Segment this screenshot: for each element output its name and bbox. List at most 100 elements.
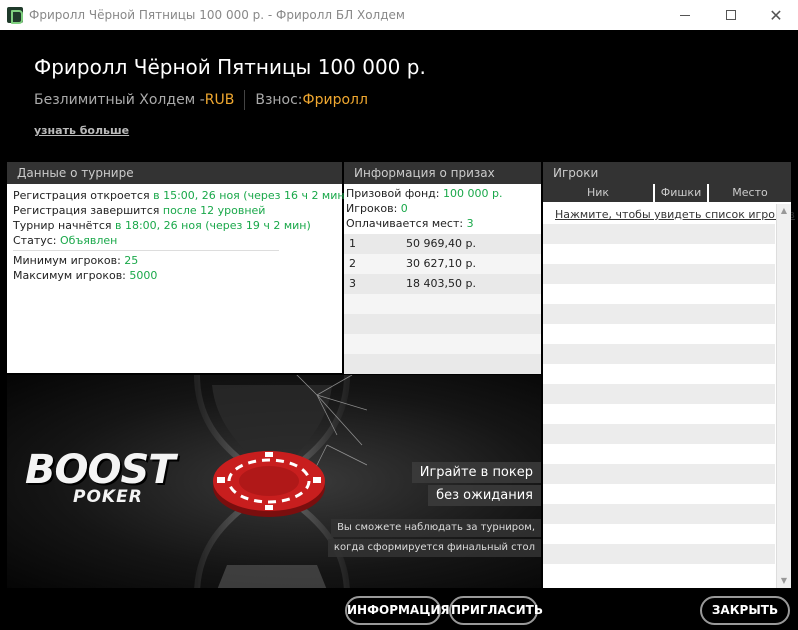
list-item (543, 264, 775, 284)
list-item (543, 364, 775, 384)
min-players-label: Минимум игроков: (13, 254, 125, 267)
paid-places-value: 3 (466, 217, 474, 230)
invite-button[interactable]: ПРИГЛАСИТЬ (449, 596, 543, 625)
min-players-row: Минимум игроков: 25 (13, 253, 336, 268)
prize-place: 3 (349, 277, 356, 290)
prize-place: 1 (349, 237, 356, 250)
players-list: Нажмите, чтобы увидеть список игроков (543, 204, 795, 588)
players-table-header: Ник Фишки Место (543, 184, 791, 202)
status-value: Объявлен (60, 234, 118, 247)
reg-close-label: Регистрация завершится (13, 204, 163, 217)
list-item (543, 564, 775, 584)
currency: RUB (204, 92, 235, 108)
list-item (543, 424, 775, 444)
maximize-button[interactable] (708, 0, 754, 30)
list-item (543, 384, 775, 404)
status-label: Статус: (13, 234, 60, 247)
window-titlebar: Фриролл Чёрной Пятницы 100 000 р. - Фрир… (0, 0, 798, 30)
poker-logo: POKER (73, 487, 143, 507)
page-title: Фриролл Чёрной Пятницы 100 000 р. (34, 55, 426, 79)
players-panel: Ник Фишки Место Нажмите, чтобы увидеть с… (543, 184, 795, 588)
divider (13, 250, 279, 251)
show-players-link[interactable]: Нажмите, чтобы увидеть список игроков (555, 208, 795, 221)
list-item (543, 544, 775, 564)
close-button[interactable]: ЗАКРЫТЬ (700, 596, 790, 625)
minimize-button[interactable] (662, 0, 708, 30)
prize-info-panel: Призовой фонд: 100 000 р. Игроков: 0 Опл… (344, 184, 541, 374)
table-row (344, 334, 541, 354)
app-logo-icon (7, 7, 23, 24)
promo-line-1: Играйте в покер (411, 462, 541, 483)
list-item (543, 304, 775, 324)
list-item (543, 244, 775, 264)
col-place[interactable]: Место (707, 184, 791, 202)
note-line-2: когда сформируется финальный стол (327, 539, 541, 557)
list-item (543, 224, 775, 244)
table-row: 3 18 403,50 р. (344, 274, 541, 294)
reg-open-row: Регистрация откроется в 15:00, 26 ноя (ч… (13, 188, 349, 203)
max-players-value: 5000 (129, 269, 158, 282)
status-row: Статус: Объявлен (13, 233, 336, 248)
list-item (543, 344, 775, 364)
prize-amount: 18 403,50 р. (406, 277, 476, 290)
max-players-row: Максимум игроков: 5000 (13, 268, 336, 283)
reg-close-value: после 12 уровней (162, 204, 266, 217)
table-row: 1 50 969,40 р. (344, 234, 541, 254)
max-players-label: Максимум игроков: (13, 269, 130, 282)
buyin-value: Фриролл (302, 92, 368, 108)
scroll-down-icon[interactable]: ▼ (777, 574, 791, 588)
game-info-line: Безлимитный Холдем - RUB Взнос: Фриролл (34, 90, 368, 110)
maximize-icon (726, 10, 736, 20)
prize-place: 2 (349, 257, 356, 270)
list-item (543, 404, 775, 424)
col-nick[interactable]: Ник (543, 184, 653, 202)
promo-banner[interactable]: BOOST POKER Играйте в покер без ожидания… (7, 375, 541, 588)
reg-close-row: Регистрация завершится после 12 уровней (13, 203, 336, 218)
paid-places-row: Оплачивается мест: 3 (344, 216, 541, 231)
prize-pool-row: Призовой фонд: 100 000 р. (344, 186, 541, 201)
players-count-row: Игроков: 0 (344, 201, 541, 216)
list-item (543, 524, 775, 544)
list-item (543, 444, 775, 464)
list-item (543, 464, 775, 484)
window-title: Фриролл Чёрной Пятницы 100 000 р. - Фрир… (29, 8, 405, 22)
table-row (344, 314, 541, 334)
tournament-info-heading: Данные о турнире (7, 162, 342, 184)
start-label: Турнир начнётся (13, 219, 115, 232)
list-item (543, 504, 775, 524)
list-item (543, 484, 775, 504)
start-value: в 18:00, 26 ноя (через 19 ч 2 мин) (115, 219, 311, 232)
prize-pool-label: Призовой фонд: (346, 187, 443, 200)
reg-open-label: Регистрация откроется (13, 189, 154, 202)
prize-pool-value: 100 000 р. (442, 187, 503, 200)
learn-more-link[interactable]: узнать больше (34, 124, 129, 137)
prize-summary: Призовой фонд: 100 000 р. Игроков: 0 Опл… (344, 184, 541, 234)
players-count-value: 0 (400, 202, 408, 215)
table-row (344, 294, 541, 314)
buyin-label: Взнос: (255, 92, 303, 108)
note-line-1: Вы сможете наблюдать за турниром, (331, 519, 541, 537)
start-row: Турнир начнётся в 18:00, 26 ноя (через 1… (13, 218, 336, 233)
tournament-info-panel: Регистрация откроется в 15:00, 26 ноя (ч… (7, 184, 349, 373)
prize-table: 1 50 969,40 р. 2 30 627,10 р. 3 18 403,5… (344, 234, 541, 374)
list-item (543, 284, 775, 304)
info-button[interactable]: ИНФОРМАЦИЯ (345, 596, 450, 625)
promo-line-2: без ожидания (428, 485, 541, 506)
prize-amount: 50 969,40 р. (406, 237, 476, 250)
list-item (543, 324, 775, 344)
players-heading: Игроки (543, 162, 791, 184)
poker-chip-image (213, 451, 325, 517)
reg-open-value: в 15:00, 26 ноя (через 16 ч 2 мин) (153, 189, 349, 202)
col-chips[interactable]: Фишки (653, 184, 707, 202)
table-row: 2 30 627,10 р. (344, 254, 541, 274)
game-type: Безлимитный Холдем - (34, 92, 205, 108)
paid-places-label: Оплачивается мест: (346, 217, 467, 230)
table-row (344, 354, 541, 374)
scroll-up-icon[interactable]: ▲ (777, 204, 791, 218)
min-players-value: 25 (124, 254, 139, 267)
minimize-icon (680, 14, 690, 16)
players-scrollbar[interactable]: ▲ ▼ (776, 204, 791, 588)
players-count-label: Игроков: (346, 202, 401, 215)
prize-info-heading: Информация о призах (344, 162, 541, 184)
close-window-button[interactable]: ✕ (753, 0, 798, 30)
